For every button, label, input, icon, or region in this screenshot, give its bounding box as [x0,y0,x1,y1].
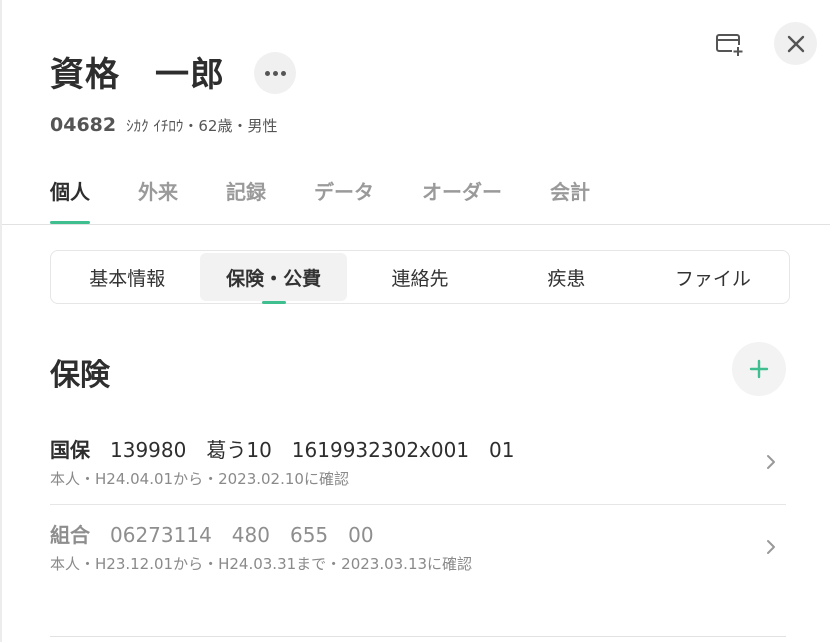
insurance-type: 組合 [50,523,90,547]
patient-id: 04682 [50,114,117,136]
sub-tabs: 基本情報 保険・公費 連絡先 疾患 ファイル [50,250,790,304]
insurance-row[interactable]: 組合 06273114 480 655 00 本人・H23.12.01から・H2… [50,521,786,581]
plus-icon [749,359,769,379]
main-tabs: 個人 外来 記録 データ オーダー 会計 [50,176,638,224]
bottom-divider [50,636,786,637]
chevron-right-icon [767,540,775,554]
tab-orders[interactable]: オーダー [422,176,502,209]
more-options-button[interactable] [254,52,296,94]
panel-left-border [0,0,2,642]
subtab-files[interactable]: ファイル [640,253,786,301]
insurance-row[interactable]: 国保 139980 葛う10 1619932302x001 01 本人・H24.… [50,436,786,505]
subtab-basic-info[interactable]: 基本情報 [54,253,200,301]
chevron-right-icon [767,455,775,469]
add-insurance-button[interactable] [732,342,786,396]
close-icon [787,35,804,52]
subtab-diseases[interactable]: 疾患 [493,253,639,301]
tab-accounting[interactable]: 会計 [550,176,590,209]
patient-name: 資格 一郎 [50,55,225,95]
patient-meta: 04682 ｼｶｸ ｲﾁﾛｳ・62歳・男性 [50,114,277,138]
insurance-detail: 本人・H23.12.01から・H24.03.31まで・2023.03.13に確認 [50,555,473,573]
section-title: 保険 [50,358,110,393]
tab-outpatient[interactable]: 外来 [138,176,178,209]
more-horizontal-icon [264,70,286,76]
subtab-insurance[interactable]: 保険・公費 [200,253,347,304]
subtab-contacts[interactable]: 連絡先 [347,253,493,301]
insurance-detail: 本人・H24.04.01から・2023.02.10に確認 [50,470,349,488]
tab-data[interactable]: データ [314,176,374,209]
insurance-numbers: 139980 葛う10 1619932302x001 01 [110,438,515,462]
card-add-button[interactable] [710,26,750,62]
close-button[interactable] [774,22,817,65]
insurance-summary: 組合 06273114 480 655 00 [50,521,786,549]
tab-personal[interactable]: 個人 [50,176,90,224]
insurance-type: 国保 [50,438,90,462]
card-add-icon [716,34,745,57]
tab-records[interactable]: 記録 [226,176,266,209]
patient-details: ｼｶｸ ｲﾁﾛｳ・62歳・男性 [126,117,278,135]
insurance-numbers: 06273114 480 655 00 [110,523,374,547]
insurance-summary: 国保 139980 葛う10 1619932302x001 01 [50,436,786,464]
tabs-divider [2,224,830,225]
